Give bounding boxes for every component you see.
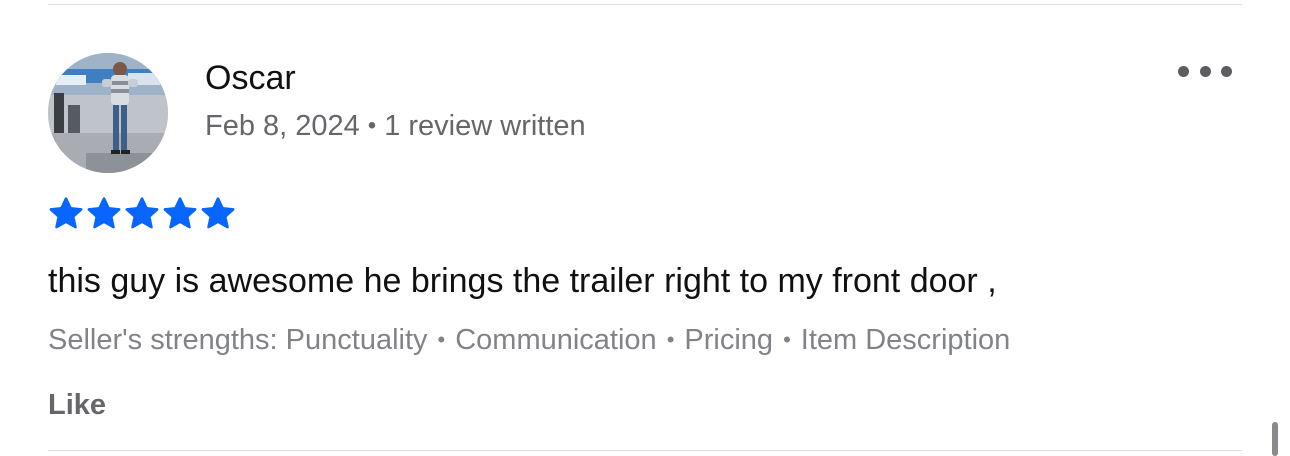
star-icon bbox=[201, 197, 235, 229]
meta-separator: • bbox=[367, 112, 377, 139]
bottom-divider bbox=[48, 450, 1242, 451]
strength-separator: • bbox=[783, 327, 791, 352]
star-icon bbox=[49, 197, 83, 229]
more-options-icon-dot bbox=[1199, 65, 1211, 77]
scrollbar-thumb[interactable] bbox=[1272, 422, 1278, 456]
more-options-button[interactable] bbox=[1178, 60, 1232, 82]
strength-item: Communication bbox=[455, 324, 657, 356]
strength-item: Punctuality bbox=[285, 324, 428, 356]
reviewer-name[interactable]: Oscar bbox=[205, 58, 296, 98]
more-options-icon-dot bbox=[1221, 65, 1232, 77]
top-divider bbox=[48, 4, 1242, 5]
star-icon bbox=[125, 197, 159, 229]
more-options-icon bbox=[1178, 65, 1189, 77]
avatar[interactable] bbox=[48, 53, 168, 173]
star-icon bbox=[163, 197, 197, 229]
avatar-photo bbox=[48, 53, 168, 173]
review-meta: Feb 8, 2024 • 1 review written bbox=[205, 108, 586, 144]
review-date: Feb 8, 2024 bbox=[205, 110, 360, 142]
review-text: this guy is awesome he brings the traile… bbox=[48, 262, 997, 300]
strengths-label: Seller's strengths: bbox=[48, 324, 278, 356]
star-rating bbox=[48, 196, 236, 232]
strength-item: Item Description bbox=[800, 324, 1011, 356]
like-button[interactable]: Like bbox=[48, 387, 106, 423]
star-icon bbox=[87, 197, 121, 229]
seller-strengths: Seller's strengths: Punctuality • Communic… bbox=[48, 322, 1010, 358]
reviews-written-count[interactable]: 1 review written bbox=[384, 110, 585, 142]
strength-separator: • bbox=[437, 327, 446, 352]
strength-separator: • bbox=[666, 327, 675, 352]
strength-item: Pricing bbox=[684, 324, 774, 356]
